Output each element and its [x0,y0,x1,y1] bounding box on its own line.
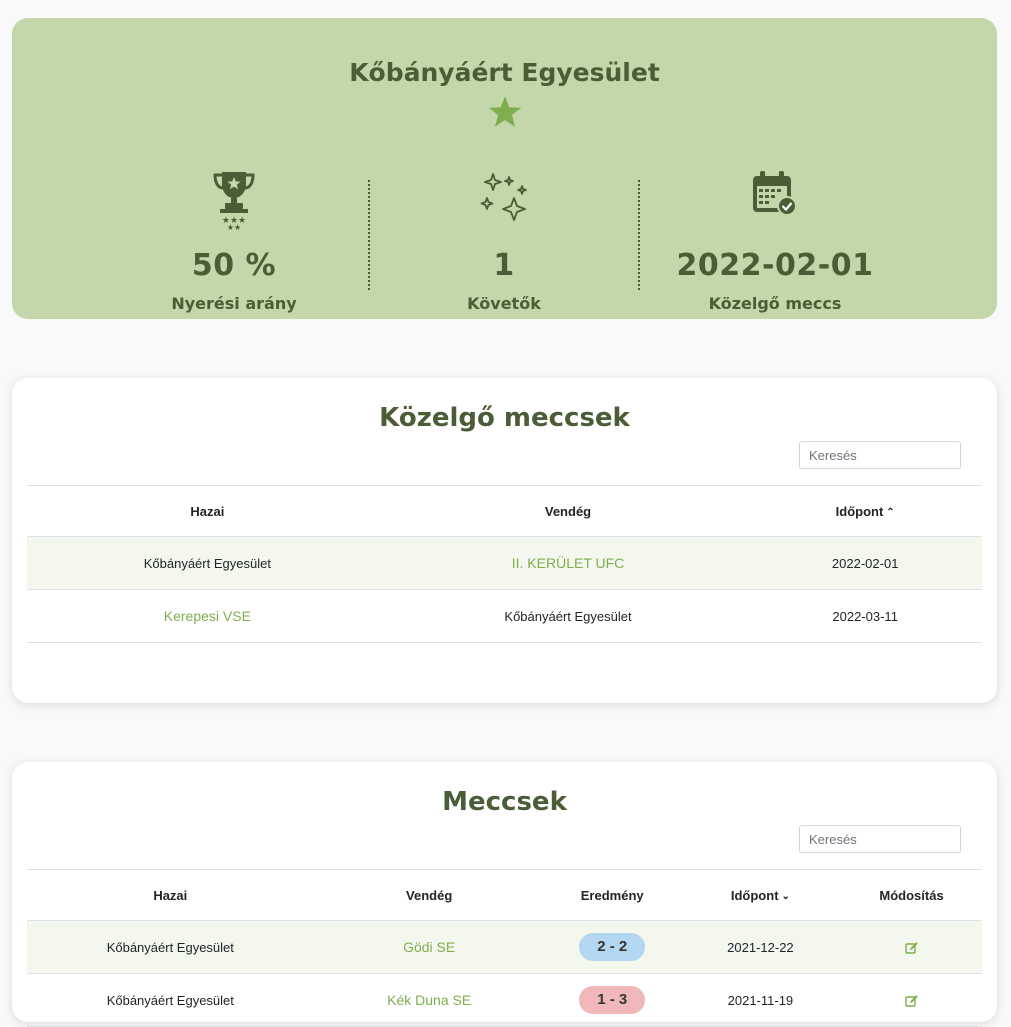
win-rate-value: 50 % [191,248,277,283]
table-row: Kőbányáért Egyesület Gödi SE 2 - 2 2021-… [27,920,982,974]
upcoming-matches-title: Közelgő meccsek [379,403,630,433]
team-name: Kőbányáért Egyesület [349,58,660,87]
upcoming-search-input[interactable] [799,441,961,469]
column-header-home[interactable]: Hazai [27,869,314,921]
star-icon [488,96,522,127]
column-header-home[interactable]: Hazai [27,485,388,537]
home-team: Kőbányáért Egyesület [27,536,388,590]
result-cell: 1 - 3 [544,973,680,1027]
score-badge: 1 - 3 [579,986,646,1014]
match-date: 2022-03-11 [748,589,982,643]
edit-cell [841,920,982,974]
column-header-edit: Módosítás [841,869,982,921]
upcoming-matches-card: Közelgő meccsek Hazai Vendég Időpont⌃ Kő… [12,378,997,703]
result-cell: 2 - 2 [544,920,680,974]
win-rate-stat: ★★★ ★★ 50 % Nyerési arány [114,168,354,313]
edit-cell [841,973,982,1027]
home-team-link[interactable]: Kerepesi VSE [27,589,388,643]
divider [638,180,640,290]
next-match-stat: 2022-02-01 Közelgő meccs [655,168,895,313]
away-team-link[interactable]: II. KERÜLET UFC [387,536,749,590]
column-header-away[interactable]: Vendég [387,485,749,537]
column-header-away[interactable]: Vendég [313,869,545,921]
home-team: Kőbányáért Egyesület [27,920,314,974]
away-team: Kőbányáért Egyesület [387,589,749,643]
trophy-icon: ★★★ ★★ [213,172,255,230]
table-row: Kőbányáért Egyesület Kék Duna SE 1 - 3 2… [27,973,982,1027]
table-header-row: Hazai Vendég Eredmény Időpont ⌄ Módosítás [27,869,982,921]
match-date: 2022-02-01 [748,536,982,590]
away-team-link[interactable]: Gödi SE [313,920,545,974]
home-team: Kőbányáért Egyesület [27,973,314,1027]
matches-table: Hazai Vendég Eredmény Időpont ⌄ Módosítás… [27,869,982,1027]
sparkles-icon [480,173,527,221]
match-date: 2021-11-19 [679,973,842,1027]
calendar-check-icon [753,171,797,216]
column-header-date[interactable]: Időpont ⌃ [748,485,982,537]
column-header-result[interactable]: Eredmény [544,869,680,921]
matches-title: Meccsek [442,787,567,817]
away-team-link[interactable]: Kék Duna SE [313,973,545,1027]
next-match-label: Közelgő meccs [708,294,842,313]
table-row: Kerepesi VSE Kőbányáért Egyesület 2022-0… [27,589,982,643]
svg-text:★★: ★★ [227,223,241,230]
followers-value: 1 [493,248,515,283]
next-match-value: 2022-02-01 [676,248,874,283]
matches-card: Meccsek Hazai Vendég Eredmény Időpont⌄ M… [12,762,997,1027]
chevron-down-icon: ⌄ [781,890,790,902]
followers-label: Követők [467,294,541,313]
score-badge: 2 - 2 [579,933,646,961]
edit-icon[interactable] [904,941,919,955]
edit-icon[interactable] [904,994,919,1008]
column-header-date[interactable]: Időpont ⌄ [679,869,842,921]
upcoming-matches-table: Hazai Vendég Időpont ⌃ Kőbányáért Egyesül… [27,485,982,643]
team-summary-banner: Kőbányáért Egyesület ★★★ ★★ 50 % Nyerési… [12,18,997,319]
match-date: 2021-12-22 [679,920,842,974]
table-row: Kőbányáért Egyesület II. KERÜLET UFC 202… [27,536,982,590]
matches-search-input[interactable] [799,825,961,853]
divider [368,180,370,290]
win-rate-label: Nyerési arány [171,294,297,313]
table-header-row: Hazai Vendég Időpont ⌃ [27,485,982,537]
followers-stat: 1 Követők [384,168,624,313]
chevron-up-icon: ⌃ [886,506,895,518]
